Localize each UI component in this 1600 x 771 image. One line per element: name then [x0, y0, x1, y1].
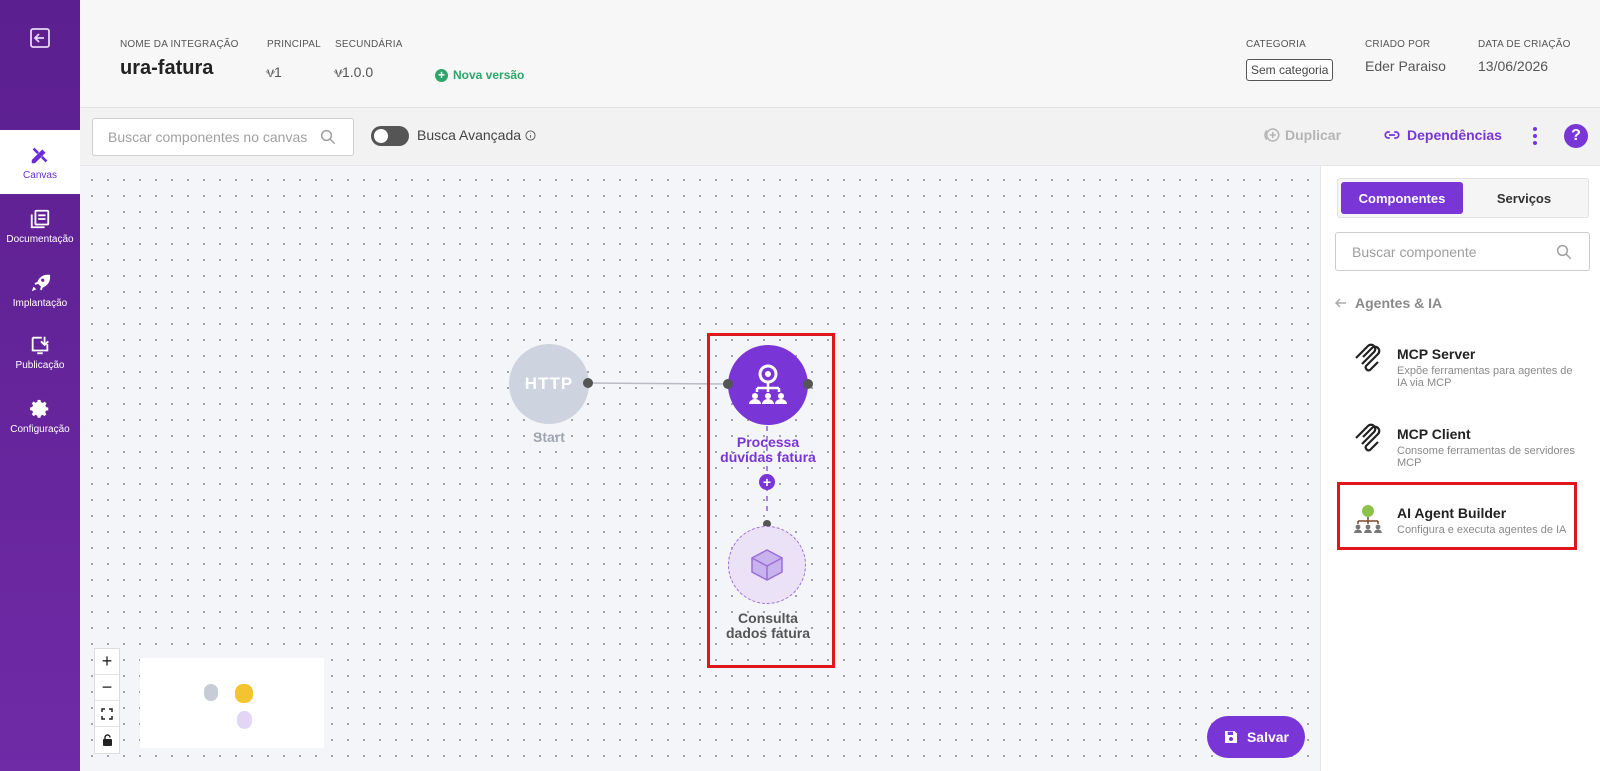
criado-por-label: CRIADO POR: [1365, 39, 1431, 50]
principal-select[interactable]: v1: [265, 64, 323, 80]
flow-canvas[interactable]: HTTP Start Processa dúvidas fatura + Con…: [80, 166, 1320, 771]
canvas-toolbar: Busca Avançada Duplicar Dependências ?: [80, 108, 1600, 166]
component-search-box: [1335, 232, 1590, 271]
busca-avancada-label: Busca Avançada: [417, 127, 522, 143]
sidebar-item-canvas[interactable]: Canvas: [0, 130, 80, 194]
sidebar-item-label: Publicação: [15, 359, 65, 371]
sidebar-item-label: Canvas: [23, 169, 57, 181]
output-port[interactable]: [583, 378, 593, 388]
back-button[interactable]: Agentes & IA: [1335, 295, 1442, 311]
http-badge: HTTP: [524, 374, 574, 393]
components-panel: Componentes Serviços Agentes & IA MCP Se…: [1320, 166, 1600, 771]
more-vertical-icon[interactable]: [1525, 124, 1545, 148]
arrow-left-icon: [1335, 298, 1346, 308]
secundaria-label: SECUNDÁRIA: [335, 39, 403, 50]
component-title: MCP Server: [1397, 346, 1476, 362]
salvar-button[interactable]: Salvar: [1207, 716, 1305, 758]
highlight-box: [707, 333, 835, 668]
node-start[interactable]: HTTP: [509, 344, 589, 424]
sidebar-item-documentacao[interactable]: Documentação: [0, 194, 80, 258]
duplicar-label: Duplicar: [1285, 127, 1342, 143]
integration-name-label: NOME DA INTEGRAÇÃO: [120, 39, 239, 50]
header: NOME DA INTEGRAÇÃO ura-fatura PRINCIPAL …: [80, 0, 1600, 108]
integration-name[interactable]: ura-fatura: [120, 57, 213, 80]
principal-label: PRINCIPAL: [267, 39, 321, 50]
minimap-node: [235, 684, 253, 703]
component-description: Consome ferramentas de servidores MCP: [1397, 445, 1575, 469]
gear-icon: [30, 399, 49, 418]
zoom-out-button[interactable]: −: [95, 675, 119, 701]
sidebar-item-publicacao[interactable]: Publicação: [0, 320, 80, 384]
component-search-input[interactable]: [1336, 233, 1546, 270]
sidebar: Canvas Documentação Implantação Publicaç…: [0, 0, 80, 771]
sidebar-item-label: Configuração: [10, 423, 70, 435]
link-icon: [1384, 131, 1400, 139]
data-criacao-value: 13/06/2026: [1478, 58, 1549, 74]
busca-avancada-toggle[interactable]: [371, 126, 409, 146]
logout-icon[interactable]: [28, 26, 52, 50]
info-icon[interactable]: [525, 129, 536, 141]
node-start-label: Start: [533, 429, 565, 445]
back-label: Agentes & IA: [1355, 295, 1443, 311]
categoria-badge[interactable]: Sem categoria: [1246, 59, 1334, 81]
minimap[interactable]: [140, 658, 324, 748]
mcp-icon: [1355, 423, 1381, 452]
criado-por-value: Eder Paraiso: [1365, 58, 1446, 74]
lock-icon: [102, 734, 112, 746]
fit-view-button[interactable]: [95, 701, 119, 727]
component-description: Expõe ferramentas para agentes de IA via…: [1397, 365, 1573, 389]
publish-icon: [31, 336, 49, 354]
component-item-mcp-client[interactable]: MCP Client Consome ferramentas de servid…: [1335, 411, 1590, 475]
sidebar-item-implantacao[interactable]: Implantação: [0, 258, 80, 322]
data-criacao-label: DATA DE CRIAÇÃO: [1478, 39, 1571, 50]
dependencias-label: Dependências: [1407, 127, 1502, 143]
duplicar-button[interactable]: Duplicar: [1263, 126, 1341, 144]
secundaria-select[interactable]: v1.0.0: [333, 64, 399, 80]
toggle-knob: [374, 129, 388, 143]
documentation-icon: [30, 209, 50, 228]
plus-circle-icon: +: [435, 68, 448, 82]
fit-view-icon: [101, 707, 113, 720]
lock-button[interactable]: [95, 727, 119, 753]
tab-componentes[interactable]: Componentes: [1341, 182, 1463, 214]
sidebar-item-label: Implantação: [12, 297, 68, 309]
sidebar-item-configuracao[interactable]: Configuração: [0, 384, 80, 448]
zoom-in-button[interactable]: +: [95, 649, 119, 675]
dependencias-button[interactable]: Dependências: [1383, 126, 1502, 144]
canvas-search-input[interactable]: [93, 119, 313, 155]
nova-versao-button[interactable]: + Nova versão: [435, 68, 524, 82]
highlight-box: [1337, 482, 1577, 550]
search-icon[interactable]: [319, 128, 337, 146]
panel-tabs: Componentes Serviços: [1337, 178, 1589, 218]
tab-servicos[interactable]: Serviços: [1463, 182, 1585, 214]
canvas-search-box: [92, 118, 354, 156]
search-icon[interactable]: [1555, 243, 1573, 261]
zoom-controls: + −: [94, 648, 120, 754]
categoria-label: CATEGORIA: [1246, 39, 1306, 50]
component-title: MCP Client: [1397, 426, 1471, 442]
sidebar-item-label: Documentação: [6, 233, 74, 245]
rocket-icon: [31, 274, 51, 291]
help-icon[interactable]: ?: [1564, 124, 1588, 148]
duplicate-icon: [1264, 128, 1280, 142]
busca-avancada: Busca Avançada: [417, 127, 536, 143]
mcp-icon: [1355, 343, 1381, 372]
salvar-label: Salvar: [1246, 729, 1290, 745]
save-icon: [1224, 731, 1237, 743]
minimap-node: [237, 711, 252, 729]
minimap-node: [204, 684, 218, 701]
component-item-mcp-server[interactable]: MCP Server Expõe ferramentas para agente…: [1335, 331, 1590, 395]
canvas-pencil-ruler-icon: [31, 147, 48, 163]
nova-versao-label: Nova versão: [453, 68, 525, 82]
